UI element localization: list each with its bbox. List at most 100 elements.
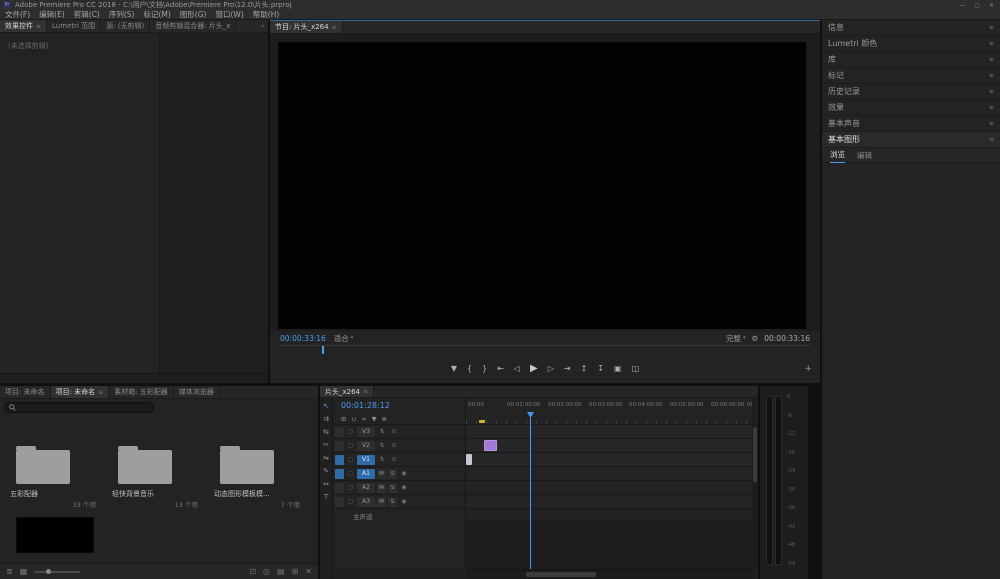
menu-edit[interactable]: 编辑(E) bbox=[39, 9, 65, 20]
tab-audio-clip-mixer[interactable]: 音频剪辑混合器: 片头_x bbox=[150, 20, 236, 32]
add-marker-button[interactable]: ▼ bbox=[451, 364, 457, 373]
panel-row-history[interactable]: 历史记录 ≡ bbox=[822, 84, 1000, 100]
mark-out-button[interactable]: } bbox=[482, 364, 487, 373]
slider-knob[interactable] bbox=[46, 569, 51, 574]
scrollbar-thumb[interactable] bbox=[526, 572, 596, 577]
master-track-header[interactable]: 主声道 bbox=[333, 509, 465, 522]
panel-menu-icon[interactable]: ≡ bbox=[363, 388, 368, 395]
play-button[interactable]: ▶ bbox=[530, 363, 538, 374]
menu-file[interactable]: 文件(F) bbox=[5, 9, 30, 20]
sequence-thumbnail[interactable] bbox=[16, 517, 94, 553]
track-lane-a2[interactable] bbox=[466, 481, 752, 495]
ripple-edit-tool[interactable]: ⇆ bbox=[321, 427, 332, 437]
go-to-out-button[interactable]: ⇥ bbox=[564, 364, 571, 373]
tab-project-2[interactable]: 项目: 未命名 ≡ bbox=[51, 386, 110, 398]
export-frame-button[interactable]: ▣ bbox=[614, 364, 622, 373]
panel-menu-icon[interactable]: ≡ bbox=[36, 23, 41, 30]
track-lane-a3[interactable] bbox=[466, 495, 752, 509]
mute-button[interactable]: M bbox=[377, 483, 386, 493]
panel-menu-icon[interactable]: ≡ bbox=[989, 120, 994, 127]
menu-window[interactable]: 窗口(W) bbox=[215, 9, 243, 20]
icon-view-button[interactable]: ▦ bbox=[20, 567, 28, 576]
razor-tool[interactable]: ✂ bbox=[321, 440, 332, 450]
track-lock-icon[interactable]: ◻ bbox=[346, 497, 355, 507]
timeline-vertical-scrollbar[interactable] bbox=[752, 425, 758, 569]
track-lane-v1[interactable] bbox=[466, 453, 752, 467]
panel-menu-icon[interactable]: ≡ bbox=[989, 56, 994, 63]
type-tool[interactable]: T bbox=[321, 492, 332, 502]
track-target-v3[interactable]: V3 bbox=[357, 427, 375, 437]
panel-menu-icon[interactable]: ≡ bbox=[989, 88, 994, 95]
go-to-in-button[interactable]: ⇤ bbox=[497, 364, 504, 373]
bin-item[interactable]: 轻快背景音乐 13 个项 bbox=[112, 446, 208, 509]
timeline-timecode[interactable]: 00:01:28:12 bbox=[333, 398, 465, 413]
panel-menu-icon[interactable]: ≡ bbox=[989, 136, 994, 143]
tab-browse[interactable]: 浏览 bbox=[830, 147, 845, 163]
timeline-display-settings[interactable]: ≣ bbox=[382, 415, 387, 423]
zoom-level-dropdown[interactable]: 适合 ▾ bbox=[334, 333, 354, 344]
panel-row-essential-graphics[interactable]: 基本图形 ≡ bbox=[822, 132, 1000, 148]
step-back-button[interactable]: ◁ bbox=[514, 364, 520, 373]
maximize-button[interactable]: ▢ bbox=[974, 2, 980, 9]
track-lane-v2[interactable] bbox=[466, 439, 752, 453]
search-input[interactable] bbox=[19, 404, 149, 412]
source-patch[interactable] bbox=[335, 469, 344, 479]
source-patch[interactable] bbox=[335, 427, 344, 437]
track-lock-icon[interactable]: ◻ bbox=[346, 427, 355, 437]
thumbnail-zoom-slider[interactable] bbox=[34, 571, 80, 573]
menu-help[interactable]: 帮助(H) bbox=[253, 9, 280, 20]
timeline-playhead[interactable] bbox=[530, 418, 531, 569]
tab-effect-controls[interactable]: 效果控件 ≡ bbox=[0, 20, 47, 32]
mute-button[interactable]: M bbox=[377, 469, 386, 479]
track-lock-icon[interactable]: ◻ bbox=[346, 469, 355, 479]
add-marker-button[interactable]: ▼ bbox=[372, 415, 377, 423]
nest-insert-toggle[interactable]: ⊞ bbox=[341, 415, 346, 423]
track-target-v1[interactable]: V1 bbox=[357, 455, 375, 465]
find-button[interactable]: ◎ bbox=[263, 567, 270, 576]
panel-menu-icon[interactable]: ≡ bbox=[989, 104, 994, 111]
track-select-forward-tool[interactable]: ⇉ bbox=[321, 414, 332, 424]
bin-item[interactable]: 动态图形模板模... 7 个项 bbox=[214, 446, 310, 509]
video-clip[interactable] bbox=[466, 454, 472, 465]
sync-lock-icon[interactable]: ⇅ bbox=[377, 441, 387, 451]
snap-toggle[interactable]: ∪ bbox=[351, 415, 356, 423]
track-lane-v3[interactable] bbox=[466, 425, 752, 439]
tab-source-monitor[interactable]: 源: (无剪辑) bbox=[101, 20, 150, 32]
track-target-v2[interactable]: V2 bbox=[357, 441, 375, 451]
tab-program-monitor[interactable]: 节目: 片头_x264 ≡ bbox=[270, 21, 343, 33]
tab-edit[interactable]: 编辑 bbox=[857, 148, 872, 163]
track-visibility-icon[interactable]: ⊙ bbox=[389, 455, 399, 465]
program-scrubber[interactable] bbox=[280, 345, 810, 354]
source-patch[interactable] bbox=[335, 497, 344, 507]
track-visibility-icon[interactable]: ⊙ bbox=[389, 441, 399, 451]
track-lock-icon[interactable]: ◻ bbox=[346, 483, 355, 493]
track-target-a1[interactable]: A1 bbox=[357, 469, 375, 479]
source-patch[interactable] bbox=[335, 455, 344, 465]
timeline-ruler[interactable]: 00:00 00:01:00:00 00:02:00:00 00:03:00:0… bbox=[466, 398, 752, 425]
voiceover-record-icon[interactable]: ◉ bbox=[399, 497, 409, 507]
menu-sequence[interactable]: 序列(S) bbox=[109, 9, 135, 20]
extract-button[interactable]: ↧ bbox=[597, 364, 604, 373]
solo-button[interactable]: S bbox=[388, 483, 397, 493]
button-editor-plus[interactable]: + bbox=[804, 364, 812, 374]
track-target-a2[interactable]: A2 bbox=[357, 483, 375, 493]
tab-overflow-icon[interactable]: » bbox=[258, 20, 268, 32]
panel-menu-icon[interactable]: ≡ bbox=[98, 389, 103, 396]
program-position-timecode[interactable]: 00:00:33:16 bbox=[280, 334, 326, 343]
new-bin-button[interactable]: ▤ bbox=[277, 567, 285, 576]
sync-lock-icon[interactable]: ⇅ bbox=[377, 455, 387, 465]
panel-menu-icon[interactable]: ≡ bbox=[989, 40, 994, 47]
program-playhead[interactable] bbox=[322, 346, 324, 354]
automate-to-sequence-button[interactable]: ⊡ bbox=[249, 567, 256, 576]
panel-menu-icon[interactable]: ≡ bbox=[989, 72, 994, 79]
panel-menu-icon[interactable]: ≡ bbox=[332, 24, 337, 31]
source-patch[interactable] bbox=[335, 441, 344, 451]
compare-view-button[interactable]: ◫ bbox=[632, 364, 640, 373]
track-lock-icon[interactable]: ◻ bbox=[346, 455, 355, 465]
panel-row-libraries[interactable]: 库 ≡ bbox=[822, 52, 1000, 68]
solo-button[interactable]: S bbox=[388, 469, 397, 479]
delete-button[interactable]: ✕ bbox=[305, 567, 312, 576]
slip-tool[interactable]: ⇋ bbox=[321, 453, 332, 463]
playback-resolution-dropdown[interactable]: 完整 ▾ bbox=[726, 333, 746, 344]
panel-row-markers[interactable]: 标记 ≡ bbox=[822, 68, 1000, 84]
